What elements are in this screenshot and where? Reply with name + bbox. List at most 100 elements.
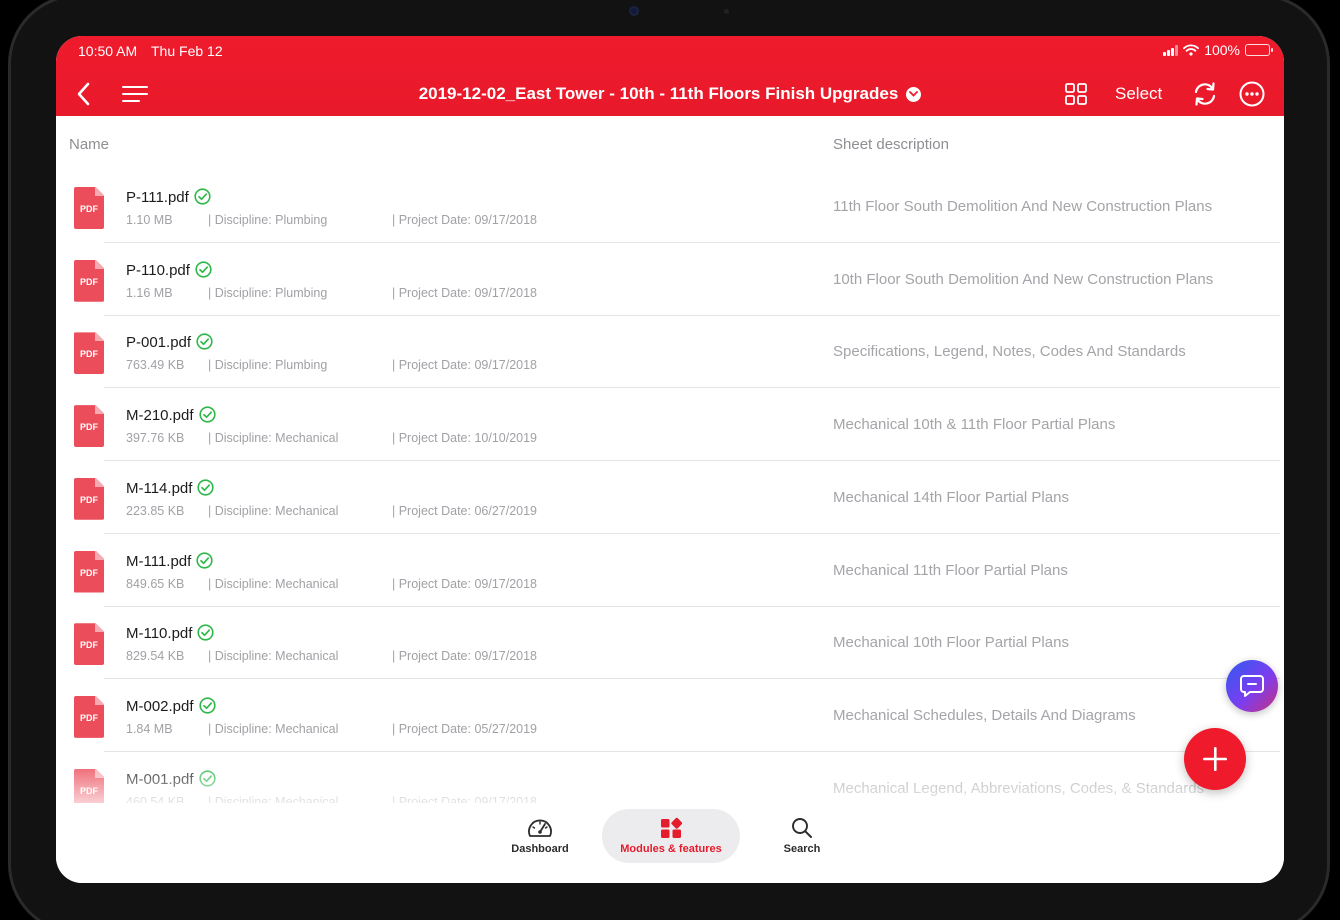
pdf-file-icon: PDF	[74, 695, 104, 738]
file-project-date: | Project Date: 06/27/2019	[392, 503, 538, 518]
dropdown-chevron-icon	[906, 86, 922, 102]
file-name: M-110.pdf	[126, 625, 193, 643]
sheet-description: Mechanical 10th & 11th Floor Partial Pla…	[833, 416, 1116, 434]
synced-check-icon	[197, 624, 214, 641]
file-discipline: | Discipline: Mechanical	[208, 649, 339, 664]
tab-dashboard[interactable]: Dashboard	[496, 809, 584, 863]
file-discipline: | Discipline: Mechanical	[208, 503, 339, 518]
tab-search[interactable]: Search	[764, 809, 840, 863]
modules-grid-icon	[661, 817, 682, 838]
file-row[interactable]: PDF M-111.pdf 849.65 KB | Discipline: Mecha…	[56, 534, 1284, 607]
file-discipline: | Discipline: Plumbing	[208, 213, 328, 227]
cellular-signal-icon	[1163, 44, 1179, 56]
file-size: 1.84 MB	[126, 721, 173, 736]
pdf-icon-label: PDF	[80, 494, 98, 505]
file-name: M-114.pdf	[126, 479, 193, 497]
synced-check-icon	[196, 333, 213, 350]
pdf-file-icon: PDF	[74, 332, 104, 375]
pdf-icon-label: PDF	[80, 276, 98, 287]
file-row[interactable]: PDF M-110.pdf 829.54 KB | Discipline: Mecha…	[56, 606, 1284, 680]
tab-label: Dashboard	[511, 843, 569, 855]
synced-check-icon	[199, 406, 216, 423]
file-project-date: | Project Date: 09/17/2018	[392, 285, 538, 300]
file-size: 763.49 KB	[126, 358, 185, 373]
file-discipline: | Discipline: Plumbing	[208, 358, 328, 373]
tab-modules-features[interactable]: Modules & features	[602, 809, 740, 863]
pdf-file-icon: PDF	[74, 550, 104, 593]
column-header-name: Name	[69, 136, 110, 153]
status-date: Thu Feb 12	[151, 43, 223, 59]
pdf-icon-label: PDF	[80, 422, 98, 433]
tab-label: Modules & features	[620, 843, 722, 855]
file-size: 223.85 KB	[126, 503, 185, 518]
wifi-icon	[1183, 44, 1200, 56]
file-size: 1.10 MB	[126, 213, 173, 227]
front-sensor	[724, 9, 729, 14]
app-screen: 10:50 AM Thu Feb 12 100% 2019-12-02_East…	[56, 36, 1284, 883]
file-discipline: | Discipline: Mechanical	[208, 431, 339, 446]
file-row[interactable]: PDF M-210.pdf 397.76 KB | Discipline: Mecha…	[56, 388, 1284, 462]
file-name: M-111.pdf	[126, 552, 192, 570]
file-project-date: | Project Date: 09/17/2018	[392, 649, 538, 664]
file-project-date: | Project Date: 05/27/2019	[392, 721, 538, 736]
synced-check-icon	[197, 479, 214, 496]
synced-check-icon	[199, 697, 216, 714]
app-header: 10:50 AM Thu Feb 12 100% 2019-12-02_East…	[56, 36, 1284, 116]
sheet-description: 11th Floor South Demolition And New Cons…	[833, 198, 1213, 215]
synced-check-icon	[194, 188, 211, 205]
synced-check-icon	[199, 769, 216, 787]
page-title: 2019-12-02_East Tower - 10th - 11th Floo…	[418, 84, 899, 103]
file-discipline: | Discipline: Mechanical	[208, 576, 339, 591]
pdf-file-icon: PDF	[74, 259, 104, 302]
add-button[interactable]	[1184, 728, 1246, 790]
pdf-file-icon: PDF	[74, 623, 104, 666]
more-options-button[interactable]	[1237, 79, 1267, 109]
file-row[interactable]: PDF P-111.pdf 1.10 MB | Discipline: Plumbin…	[56, 170, 1284, 243]
synced-check-icon	[195, 261, 212, 278]
sync-icon	[1194, 82, 1216, 106]
file-name: M-001.pdf	[126, 770, 194, 788]
pdf-icon-label: PDF	[80, 567, 98, 578]
file-size: 829.54 KB	[126, 649, 185, 664]
file-project-date: | Project Date: 09/17/2018	[392, 358, 538, 373]
more-dots-icon	[1239, 81, 1265, 107]
sync-button[interactable]	[1190, 79, 1220, 109]
file-name: P-111.pdf	[126, 189, 189, 206]
file-size: 397.76 KB	[126, 431, 185, 446]
file-name: P-001.pdf	[126, 334, 192, 352]
plus-icon	[1203, 747, 1227, 771]
chat-button[interactable]	[1226, 660, 1278, 712]
synced-check-icon	[196, 551, 213, 569]
file-row[interactable]: PDF M-114.pdf 223.85 KB | Discipline: Mecha…	[56, 461, 1284, 534]
battery-charging-icon	[1245, 44, 1273, 56]
tab-label: Search	[783, 843, 821, 855]
grid-view-button[interactable]	[1062, 80, 1090, 108]
pdf-icon-label: PDF	[80, 640, 98, 651]
file-name: M-210.pdf	[126, 407, 194, 425]
grid-view-icon	[1065, 83, 1087, 105]
pdf-icon-label: PDF	[80, 204, 98, 214]
column-header-sheet-description: Sheet description	[833, 136, 949, 153]
sheet-description: Mechanical Schedules, Details And Diagra…	[833, 706, 1136, 724]
search-icon	[792, 818, 812, 838]
pdf-file-icon: PDF	[74, 187, 104, 229]
sheet-description: Mechanical 14th Floor Partial Plans	[833, 488, 1069, 506]
pdf-file-icon: PDF	[74, 477, 104, 520]
file-discipline: | Discipline: Plumbing	[208, 285, 328, 300]
title-dropdown[interactable]: 2019-12-02_East Tower - 10th - 11th Floo…	[56, 84, 1284, 104]
select-button[interactable]: Select	[1115, 84, 1162, 104]
file-name: M-002.pdf	[126, 697, 194, 715]
file-size: 849.65 KB	[126, 576, 185, 591]
sheet-description: 10th Floor South Demolition And New Cons…	[833, 270, 1214, 288]
sheet-description: Specifications, Legend, Notes, Codes And…	[833, 343, 1186, 361]
file-size: 1.16 MB	[126, 285, 173, 300]
file-row[interactable]: PDF M-002.pdf 1.84 MB | Discipline: Mechani…	[56, 679, 1284, 752]
pdf-file-icon: PDF	[74, 405, 104, 448]
pdf-icon-label: PDF	[80, 712, 98, 723]
file-row[interactable]: PDF P-001.pdf 763.49 KB | Discipline: Plumb…	[56, 315, 1284, 389]
file-discipline: | Discipline: Mechanical	[208, 721, 339, 736]
pdf-icon-label: PDF	[80, 349, 98, 360]
battery-percent: 100%	[1204, 42, 1240, 58]
file-row[interactable]: PDF P-110.pdf 1.16 MB | Discipline: Plumbin…	[56, 243, 1284, 316]
status-indicators: 100%	[1163, 42, 1273, 58]
